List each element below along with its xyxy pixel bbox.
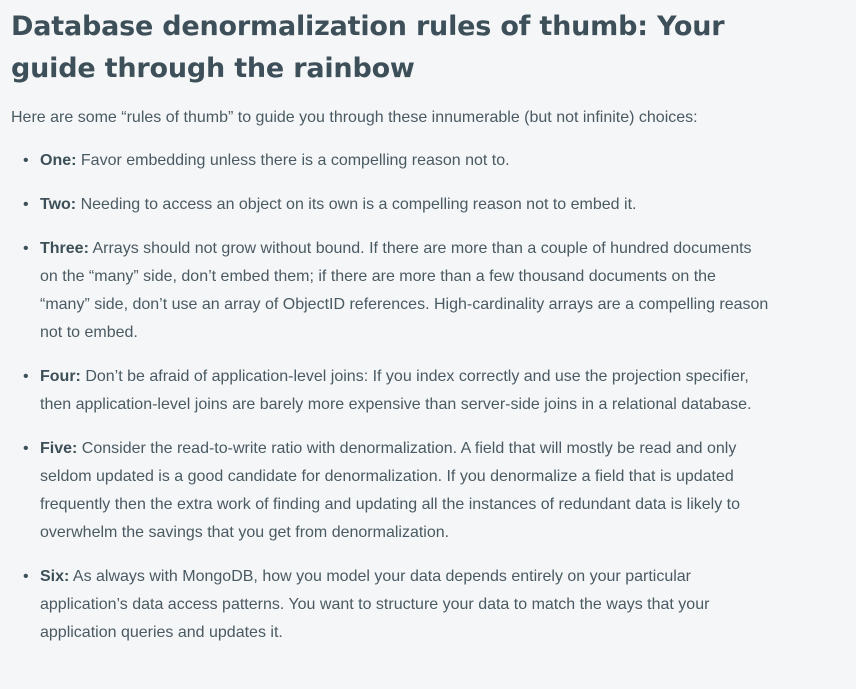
rule-item-four: • Four: Don’t be afraid of application-l… [11,363,770,419]
rule-item-two: • Two: Needing to access an object on it… [11,191,770,219]
rule-label: Two: [40,196,77,213]
article: Database denormalization rules of thumb:… [0,0,856,689]
rule-item-six: • Six: As always with MongoDB, how you m… [11,563,770,647]
bullet-icon: • [23,152,29,169]
article-title: Database denormalization rules of thumb:… [11,11,725,84]
rule-item-three: • Three: Arrays should not grow without … [11,235,770,347]
rule-label: One: [40,152,77,169]
rule-text: Needing to access an object on its own i… [76,196,637,213]
bullet-icon: • [23,568,29,585]
rule-label: Four: [40,368,81,385]
rule-text: Favor embedding unless there is a compel… [76,152,510,169]
bullet-icon: • [23,440,29,457]
rules-list: • One: Favor embedding unless there is a… [11,147,844,647]
rule-text: Arrays should not grow without bound. If… [40,240,769,341]
rule-text: Don’t be afraid of application-level joi… [40,368,752,413]
rule-text: Consider the read-to-write ratio with de… [40,440,740,541]
bullet-icon: • [23,196,29,213]
bullet-icon: • [23,368,29,385]
rule-label: Six: [40,568,70,585]
article-intro: Here are some “rules of thumb” to guide … [11,109,698,126]
bullet-icon: • [23,240,29,257]
rule-item-one: • One: Favor embedding unless there is a… [11,147,770,175]
rule-label: Three: [40,240,89,257]
rule-label: Five: [40,440,78,457]
rule-text: As always with MongoDB, how you model yo… [40,568,710,641]
rule-item-five: • Five: Consider the read-to-write ratio… [11,435,770,547]
